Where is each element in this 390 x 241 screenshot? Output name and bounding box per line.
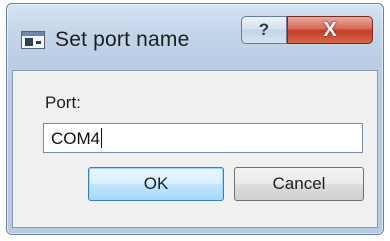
dialog-body: Port: COM4 OK Cancel [12, 70, 378, 228]
window-app-icon [21, 31, 45, 49]
port-input[interactable]: COM4 [43, 123, 363, 153]
port-label: Port: [45, 93, 81, 112]
cancel-button[interactable]: Cancel [234, 167, 364, 201]
close-button[interactable]: X [287, 16, 373, 44]
help-icon: ? [258, 20, 270, 39]
port-input-value: COM4 [51, 129, 101, 148]
dialog-window: Set port name ? X Port: COM4 OK Cancel [6, 3, 384, 235]
text-caret [101, 128, 103, 148]
help-button[interactable]: ? [241, 16, 287, 44]
ok-button[interactable]: OK [88, 167, 224, 201]
close-icon: X [323, 18, 337, 41]
title-bar[interactable]: Set port name ? X [7, 4, 383, 68]
window-title: Set port name [55, 28, 190, 51]
